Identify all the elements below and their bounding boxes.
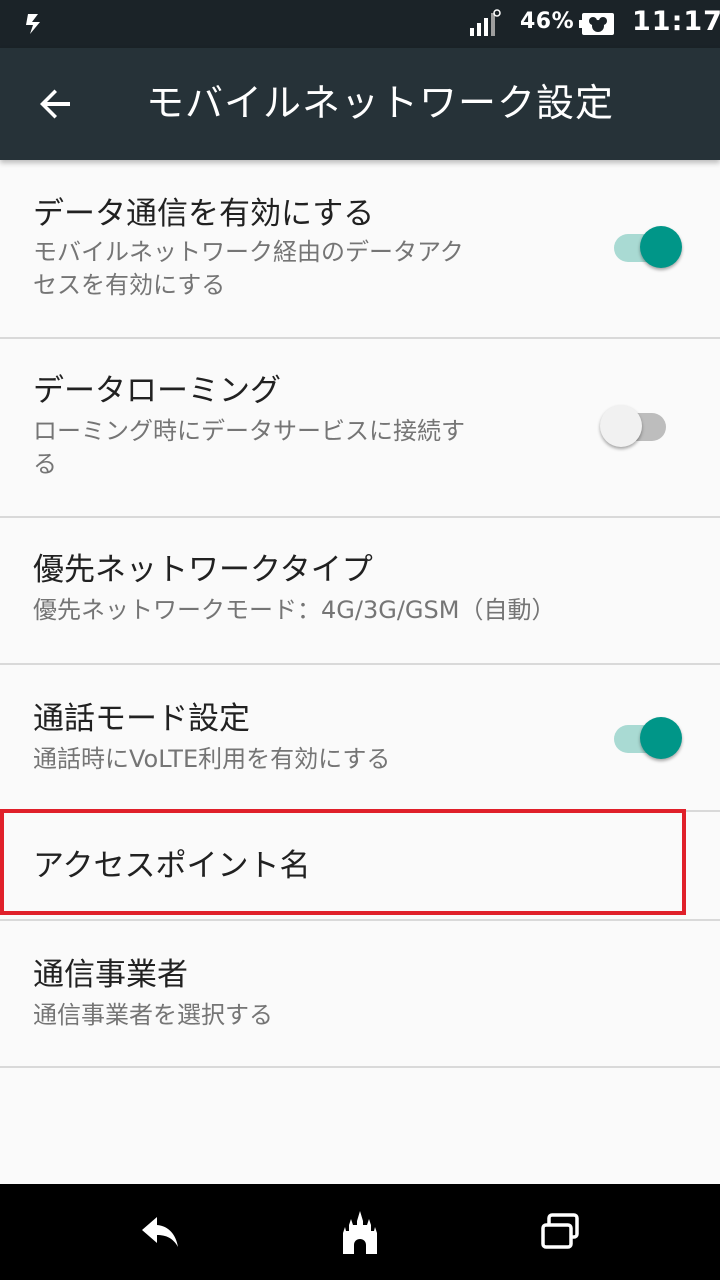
clock: 11:17	[632, 6, 720, 37]
setting-access-point-names[interactable]: アクセスポイント名	[0, 812, 720, 921]
call-mode-toggle[interactable]	[612, 717, 684, 761]
setting-title: データ通信を有効にする	[33, 196, 375, 232]
signal-strength-icon	[470, 9, 501, 36]
arrow-back-icon	[40, 89, 70, 119]
page-title: モバイルネットワーク設定	[146, 81, 615, 125]
data-roaming-toggle[interactable]	[600, 405, 672, 449]
castle-home-icon	[343, 1211, 377, 1254]
setting-title: 通話モード設定	[33, 701, 250, 737]
setting-mobile-data[interactable]: データ通信を有効にする モバイルネットワーク経由のデータアク セスを有効にする	[0, 160, 720, 339]
setting-summary: 通話時にVoLTE利用を有効にする	[33, 745, 391, 773]
settings-list: データ通信を有効にする モバイルネットワーク経由のデータアク セスを有効にする …	[0, 160, 720, 1068]
recent-apps-icon	[541, 1213, 579, 1249]
back-button[interactable]	[24, 78, 88, 130]
setting-summary: ローミング時にデータサービスに接続す る	[33, 417, 465, 478]
setting-call-mode[interactable]: 通話モード設定 通話時にVoLTE利用を有効にする	[0, 665, 720, 812]
battery-percent: 46%	[520, 9, 575, 34]
nav-recents-button[interactable]	[536, 1208, 584, 1256]
setting-summary: モバイルネットワーク経由のデータアク セスを有効にする	[33, 238, 464, 299]
nav-bar	[0, 1184, 720, 1280]
setting-title: アクセスポイント名	[33, 848, 311, 884]
nav-back-button[interactable]	[136, 1208, 184, 1256]
setting-summary: 優先ネットワークモード：4G/3G/GSM（自動）	[33, 596, 556, 624]
setting-summary: 通信事業者を選択する	[33, 1001, 273, 1029]
setting-title: 通信事業者	[33, 957, 188, 993]
setting-data-roaming[interactable]: データローミング ローミング時にデータサービスに接続す る	[0, 339, 720, 518]
status-bar: 46% 11:17	[0, 0, 720, 48]
battery-icon	[579, 13, 614, 35]
back-icon	[142, 1217, 178, 1247]
mobile-data-toggle[interactable]	[612, 226, 684, 270]
notification-icon	[26, 14, 40, 34]
setting-title: データローミング	[33, 373, 281, 409]
setting-title: 優先ネットワークタイプ	[33, 552, 373, 588]
nav-home-button[interactable]	[336, 1208, 384, 1256]
app-bar: モバイルネットワーク設定	[0, 48, 720, 160]
setting-network-operators[interactable]: 通信事業者 通信事業者を選択する	[0, 921, 720, 1068]
setting-preferred-network-type[interactable]: 優先ネットワークタイプ 優先ネットワークモード：4G/3G/GSM（自動）	[0, 518, 720, 665]
